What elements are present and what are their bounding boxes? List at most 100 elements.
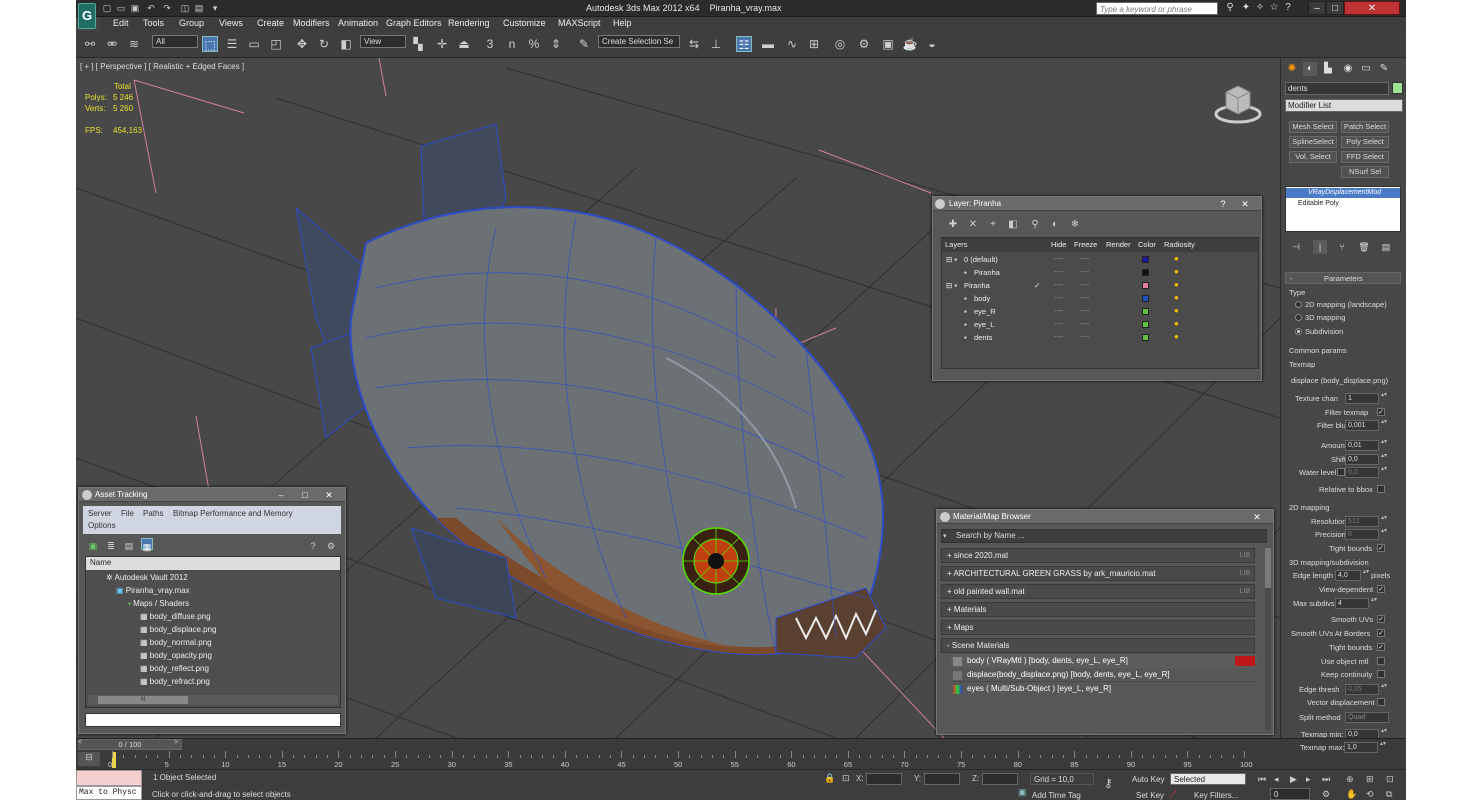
- hide-toggle[interactable]: ----: [1054, 266, 1063, 279]
- scene-mat-body[interactable]: body ( VRayMtl ) [body, dents, eye_L, ey…: [951, 655, 1257, 668]
- project-folder-icon[interactable]: ▤: [194, 3, 204, 13]
- new-file-icon[interactable]: ▢: [102, 3, 112, 13]
- menu-modifiers[interactable]: Modifiers: [293, 18, 330, 28]
- menu-rendering[interactable]: Rendering: [448, 18, 490, 28]
- vol-select-button[interactable]: Vol. Select: [1289, 151, 1337, 163]
- col-render[interactable]: Render: [1106, 240, 1131, 249]
- hide-toggle[interactable]: ----: [1054, 253, 1063, 266]
- group-painted-wall[interactable]: + old painted wall.mat LIB: [941, 584, 1255, 599]
- radiosity-bulb-icon[interactable]: ●: [1174, 307, 1182, 315]
- time-prev-icon[interactable]: <: [78, 739, 86, 750]
- asset-maximize-button[interactable]: □: [297, 489, 313, 501]
- x-coordinate-input[interactable]: [866, 773, 902, 785]
- hierarchy-tab-icon[interactable]: ▙: [1321, 62, 1335, 76]
- subscription-icon[interactable]: ✦: [1240, 2, 1252, 14]
- stack-vraydisplacement[interactable]: VRayDisplacementMod: [1286, 188, 1400, 198]
- asset-settings-icon[interactable]: ⚙: [325, 538, 337, 551]
- display-tab-icon[interactable]: ▭: [1359, 62, 1373, 76]
- group-maps[interactable]: + Maps: [941, 620, 1255, 635]
- search-options-icon[interactable]: ▾: [943, 532, 947, 540]
- qa-dropdown-icon[interactable]: ▾: [210, 3, 220, 13]
- menu-group[interactable]: Group: [179, 18, 204, 28]
- use-object-mtl-checkbox[interactable]: [1377, 657, 1385, 665]
- rotate-icon[interactable]: ↻: [316, 36, 332, 52]
- edge-thresh-input[interactable]: 0,05: [1345, 684, 1379, 695]
- asset-menu-server[interactable]: Server: [88, 509, 112, 518]
- current-frame-input[interactable]: 0: [1270, 788, 1310, 800]
- favorites-icon[interactable]: ☆: [1268, 2, 1280, 14]
- zoom-extents-icon[interactable]: ⊕: [1346, 774, 1354, 785]
- max-subdivs-spinner[interactable]: ▴▾: [1371, 597, 1377, 609]
- group-since-2020[interactable]: + since 2020.mat LIB: [941, 548, 1255, 563]
- select-manipulate-icon[interactable]: ✛: [434, 36, 450, 52]
- precision-input[interactable]: 8: [1345, 529, 1379, 540]
- tree-item-file[interactable]: ▦ body_diffuse.png: [86, 611, 340, 624]
- hold-icon[interactable]: ◫: [180, 3, 190, 13]
- freeze-toggle[interactable]: ----: [1080, 318, 1089, 331]
- layer-row-dents[interactable]: ▪ dents ---- ---- ●: [942, 331, 1198, 344]
- freeze-toggle[interactable]: ----: [1080, 331, 1089, 344]
- menu-graph-editors[interactable]: Graph Editors: [386, 18, 442, 28]
- nsurf-select-button[interactable]: NSurf Sel: [1341, 166, 1389, 178]
- freeze-toggle[interactable]: ----: [1080, 253, 1089, 266]
- time-slider[interactable]: 0 / 100: [78, 739, 182, 750]
- angle-snap-icon[interactable]: n: [504, 36, 520, 52]
- mirror-icon[interactable]: ⇆: [686, 36, 702, 52]
- parameters-rollout-header[interactable]: - Parameters: [1285, 272, 1401, 284]
- water-level-spinner[interactable]: ▴▾: [1381, 466, 1387, 478]
- render-setup-icon[interactable]: ⚙: [856, 36, 872, 52]
- selection-filter-dropdown[interactable]: All: [152, 35, 198, 48]
- z-coordinate-input[interactable]: [982, 773, 1018, 785]
- max-toggle-icon[interactable]: ⊡: [1386, 774, 1394, 785]
- tree-item-maps[interactable]: ▪ Maps / Shaders: [86, 598, 340, 611]
- asset-help-icon[interactable]: ?: [307, 538, 319, 551]
- layer-row-eye-r[interactable]: ▪ eye_R ---- ---- ●: [942, 305, 1198, 318]
- asset-menu-file[interactable]: File: [121, 509, 134, 518]
- set-key-button[interactable]: Set Key: [1136, 791, 1164, 800]
- go-end-icon[interactable]: ⏭: [1322, 774, 1330, 785]
- tight-bounds-checkbox[interactable]: ✓: [1377, 544, 1385, 552]
- asset-path-field[interactable]: [85, 713, 341, 727]
- maxscript-input[interactable]: Max to Physc: [76, 786, 142, 800]
- menu-tools[interactable]: Tools: [143, 18, 164, 28]
- remove-modifier-icon[interactable]: 🗑: [1357, 240, 1371, 254]
- prev-frame-icon[interactable]: ◂: [1274, 774, 1279, 785]
- split-method-dropdown[interactable]: Quad: [1345, 712, 1389, 723]
- scene-mat-displace[interactable]: displace(body_displace.png) [body, dents…: [951, 669, 1257, 682]
- object-name-input[interactable]: dents: [1285, 82, 1389, 95]
- open-file-icon[interactable]: ▭: [116, 3, 126, 13]
- field-of-view-icon[interactable]: ⊞: [1366, 774, 1374, 785]
- time-config-icon[interactable]: ⚙: [1322, 789, 1330, 800]
- absolute-mode-icon[interactable]: ⊡: [842, 773, 850, 784]
- select-by-name-icon[interactable]: ☰: [224, 36, 240, 52]
- communication-icon[interactable]: ✧: [1254, 2, 1266, 14]
- key-icon[interactable]: ⚷: [1104, 776, 1113, 790]
- configure-sets-icon[interactable]: ▤: [1379, 240, 1393, 254]
- resolution-spinner[interactable]: ▴▾: [1381, 515, 1387, 527]
- auto-key-button[interactable]: Auto Key: [1132, 775, 1164, 784]
- edge-length-input[interactable]: 4,0: [1335, 570, 1361, 581]
- patch-select-button[interactable]: Patch Select: [1341, 121, 1389, 133]
- select-layer-icon[interactable]: ◧: [1005, 217, 1021, 233]
- menu-edit[interactable]: Edit: [113, 18, 129, 28]
- highlight-layer-icon[interactable]: ⚲: [1027, 217, 1043, 233]
- named-selection-dropdown[interactable]: Create Selection Se: [598, 35, 680, 48]
- hide-toggle[interactable]: ----: [1054, 305, 1063, 318]
- stack-editable-poly[interactable]: Editable Poly: [1286, 199, 1400, 209]
- viewport-label[interactable]: [ + ] [ Perspective ] [ Realistic + Edge…: [80, 62, 244, 71]
- piranha-mesh[interactable]: [295, 123, 887, 659]
- make-unique-icon[interactable]: ⑂: [1335, 240, 1349, 254]
- keep-continuity-checkbox[interactable]: [1377, 670, 1385, 678]
- undo-icon[interactable]: ↶: [146, 3, 156, 13]
- link-icon[interactable]: ⚯: [82, 36, 98, 52]
- graphite-ribbon-icon[interactable]: ▬: [760, 36, 776, 52]
- spinner-snap-icon[interactable]: ⇕: [548, 36, 564, 52]
- key-filters-button[interactable]: Key Filters...: [1194, 791, 1238, 800]
- radiosity-bulb-icon[interactable]: ●: [1174, 320, 1182, 328]
- col-hide[interactable]: Hide: [1051, 240, 1066, 249]
- bind-spacewarp-icon[interactable]: ≋: [126, 36, 142, 52]
- hide-toggle[interactable]: ----: [1054, 292, 1063, 305]
- amount-spinner[interactable]: ▴▾: [1381, 439, 1387, 451]
- show-end-result-icon[interactable]: |: [1313, 240, 1327, 254]
- water-level-input[interactable]: 0,0: [1345, 467, 1379, 478]
